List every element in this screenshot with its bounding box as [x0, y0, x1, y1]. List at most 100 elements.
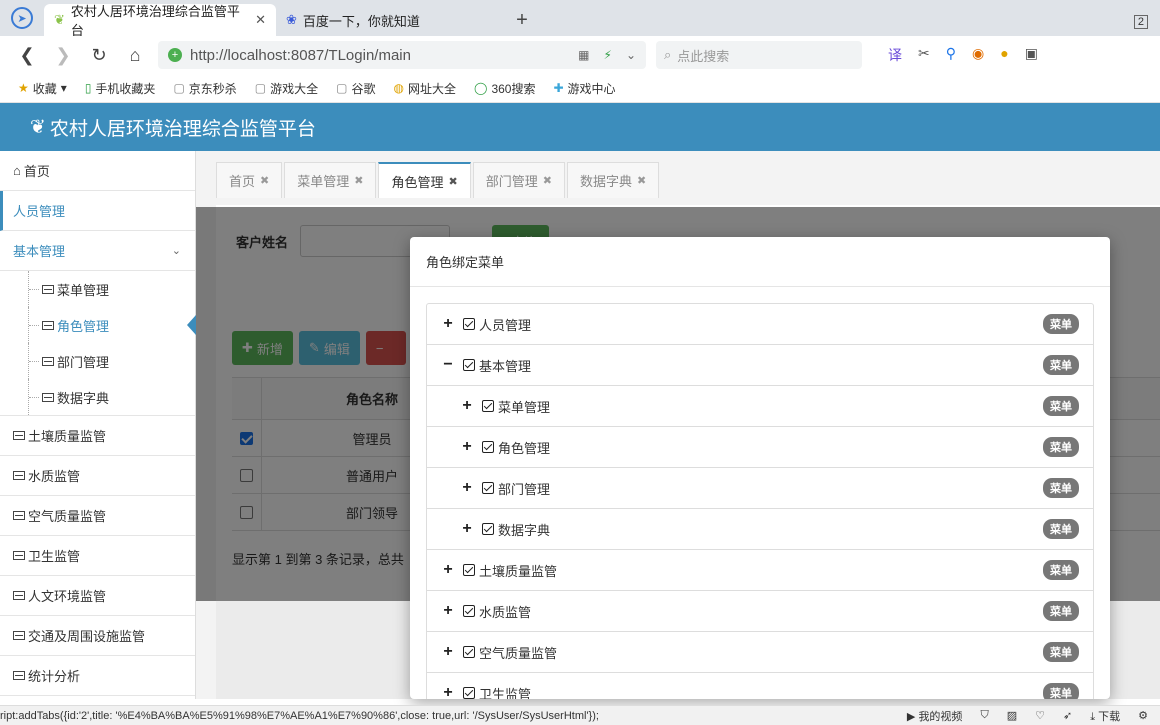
expand-icon[interactable]: +: [441, 643, 455, 661]
menu-icon[interactable]: ▣: [1025, 45, 1038, 65]
menu-badge: 菜单: [1043, 355, 1079, 375]
tree-node-menus[interactable]: + 菜单管理 菜单: [427, 386, 1093, 427]
close-icon[interactable]: ✖: [354, 174, 363, 187]
sidebar-item-home[interactable]: ⌂ 首页: [0, 151, 195, 191]
expand-icon[interactable]: +: [441, 602, 455, 620]
sidebar-item-culture[interactable]: 人文环境监管: [0, 576, 195, 616]
status-text: ript:addTabs({id:'2',title: '%E4%BA%BA%E…: [0, 709, 599, 722]
close-icon[interactable]: ✖: [543, 174, 552, 187]
bookmark-item[interactable]: ▯ 手机收藏夹: [85, 80, 156, 97]
expand-icon[interactable]: +: [460, 479, 474, 497]
bookmark-item[interactable]: ▢ 谷歌: [336, 80, 375, 97]
bookmark-item[interactable]: ◯ 360搜索: [474, 80, 535, 97]
tree-node-label: 菜单管理: [498, 399, 551, 415]
tab-home[interactable]: 首页 ✖: [216, 162, 283, 198]
status-download[interactable]: ⤓ 下载: [1090, 708, 1120, 724]
close-icon[interactable]: ✖: [637, 174, 646, 187]
expand-icon[interactable]: +: [460, 397, 474, 415]
expand-icon[interactable]: +: [441, 684, 455, 699]
tab-dictionary[interactable]: 数据字典 ✖: [566, 162, 660, 198]
browser-tab-active[interactable]: ❦ 农村人居环境治理综合监管平台 ✕: [44, 4, 276, 38]
heart-icon[interactable]: ♡: [1035, 709, 1045, 722]
checkbox-icon[interactable]: [463, 318, 475, 330]
sidebar-item-basic[interactable]: 基本管理 ⌄: [0, 231, 195, 271]
sidebar-item-roles[interactable]: 角色管理: [0, 307, 196, 343]
sidebar-item-water[interactable]: 水质监管: [0, 456, 195, 496]
sidebar-item-hygiene[interactable]: 卫生监管: [0, 536, 195, 576]
magnifier-icon[interactable]: ⚲: [946, 45, 956, 65]
back-icon[interactable]: ❮: [14, 45, 40, 66]
sidebar-item-departments[interactable]: 部门管理: [0, 343, 195, 379]
chevron-down-icon[interactable]: ⌄: [626, 48, 636, 62]
tab-roles[interactable]: 角色管理 ✖: [378, 162, 471, 198]
bookmark-item[interactable]: ▢ 京东秒杀: [173, 80, 236, 97]
coin-icon[interactable]: ●: [1000, 45, 1008, 65]
browser-tab-baidu[interactable]: ❀ 百度一下，你就知道: [276, 4, 506, 36]
tree-node-roles[interactable]: + 角色管理 菜单: [427, 427, 1093, 468]
sidebar-item-statistics[interactable]: 统计分析: [0, 656, 195, 696]
new-tab-button[interactable]: +: [506, 4, 538, 36]
game-icon[interactable]: ◉: [972, 45, 984, 65]
close-icon[interactable]: ✖: [448, 175, 457, 188]
sidebar-item-menus[interactable]: 菜单管理: [0, 271, 195, 307]
tree-node-air[interactable]: + 空气质量监管 菜单: [427, 632, 1093, 673]
status-video[interactable]: ▶ 我的视频: [907, 708, 963, 724]
tree-node-hygiene[interactable]: + 卫生监管 菜单: [427, 673, 1093, 699]
expand-icon[interactable]: +: [460, 520, 474, 538]
scissors-icon[interactable]: ✂: [918, 45, 930, 65]
tree-node-basic[interactable]: − 基本管理 菜单: [427, 345, 1093, 386]
menu-badge: 菜单: [1043, 396, 1079, 416]
sidebar-item-soil[interactable]: 土壤质量监管: [0, 416, 195, 456]
settings-icon[interactable]: ⚙: [1138, 709, 1148, 722]
browser-logo[interactable]: ➤: [0, 0, 44, 36]
translate-icon[interactable]: 译: [888, 45, 902, 65]
collapse-icon[interactable]: −: [441, 356, 455, 374]
bookmark-item[interactable]: ✚ 游戏中心: [553, 80, 615, 97]
close-icon[interactable]: ✖: [260, 174, 269, 187]
browser-search-input[interactable]: ⌕ 点此搜索: [656, 41, 862, 69]
tree-node-dictionary[interactable]: + 数据字典 菜单: [427, 509, 1093, 550]
compass-icon: ➤: [11, 7, 33, 29]
bookmark-item[interactable]: ◍ 网址大全: [394, 80, 457, 97]
tab-departments[interactable]: 部门管理 ✖: [472, 162, 565, 198]
checkbox-icon[interactable]: [463, 646, 475, 658]
sidebar-submenu: 菜单管理 角色管理 部门管理 数据字典: [0, 271, 196, 416]
checkbox-icon[interactable]: [463, 564, 475, 576]
url-field[interactable]: + http://localhost:8087/TLogin/main ▦ ⚡ …: [158, 41, 646, 69]
rocket-icon[interactable]: ➶: [1063, 709, 1072, 722]
checkbox-icon[interactable]: [463, 605, 475, 617]
tree-node-water[interactable]: + 水质监管 菜单: [427, 591, 1093, 632]
checkbox-icon[interactable]: [482, 400, 494, 412]
sidebar-item-label: 卫生监管: [28, 549, 81, 564]
shield-icon[interactable]: ⛉: [980, 709, 988, 722]
bookmark-item[interactable]: ▢ 游戏大全: [255, 80, 318, 97]
expand-icon[interactable]: +: [441, 315, 455, 333]
sidebar-item-dictionary[interactable]: 数据字典: [0, 379, 195, 415]
sidebar-item-air[interactable]: 空气质量监管: [0, 496, 195, 536]
tab-menus[interactable]: 菜单管理 ✖: [284, 162, 377, 198]
checkbox-icon[interactable]: [463, 687, 475, 699]
sidebar-item-label: 人员管理: [13, 204, 66, 219]
bolt-icon[interactable]: ⚡: [604, 48, 612, 62]
forward-icon[interactable]: ❯: [50, 45, 76, 66]
image-icon[interactable]: ▨: [1007, 709, 1017, 722]
bookmark-item[interactable]: ★ 收藏 ▾: [18, 80, 67, 97]
checkbox-icon[interactable]: [482, 482, 494, 494]
close-icon[interactable]: ✕: [255, 12, 266, 28]
sidebar-item-traffic[interactable]: 交通及周围设施监管: [0, 616, 195, 656]
checkbox-icon[interactable]: [482, 523, 494, 535]
grid-icon[interactable]: ▦: [578, 48, 589, 62]
tree-node-soil[interactable]: + 土壤质量监管 菜单: [427, 550, 1093, 591]
tree-node-departments[interactable]: + 部门管理 菜单: [427, 468, 1093, 509]
tab-count[interactable]: 2: [1133, 15, 1148, 29]
checkbox-icon[interactable]: [482, 441, 494, 453]
reload-icon[interactable]: ↻: [86, 45, 112, 66]
tree-node-users[interactable]: + 人员管理 菜单: [427, 304, 1093, 345]
home-icon[interactable]: ⌂: [122, 45, 148, 66]
expand-icon[interactable]: +: [460, 438, 474, 456]
expand-icon[interactable]: +: [441, 561, 455, 579]
tree-node-label: 水质监管: [479, 604, 532, 620]
sidebar-item-users[interactable]: 人员管理: [0, 191, 195, 231]
sidebar-item-label: 交通及周围设施监管: [28, 629, 146, 644]
checkbox-icon[interactable]: [463, 359, 475, 371]
